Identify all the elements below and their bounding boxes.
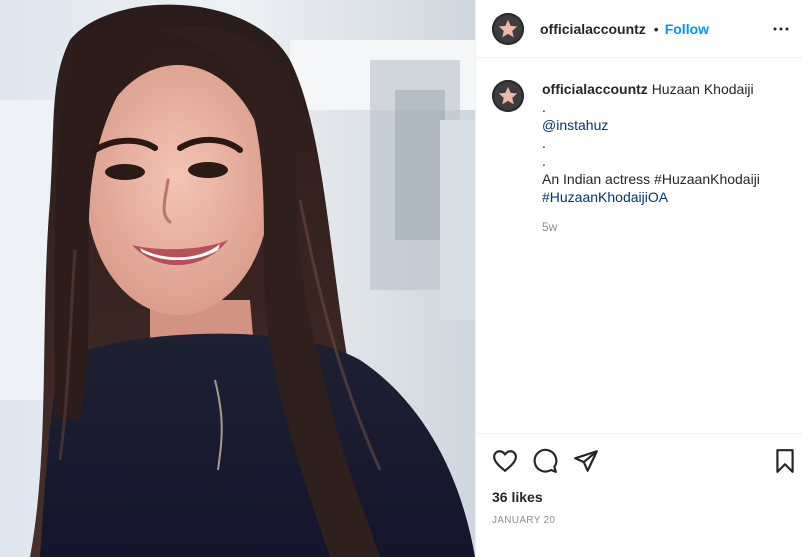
follow-button[interactable]: Follow <box>665 21 709 37</box>
post-caption: officialaccountz Huzaan Khodaiji . @inst… <box>492 80 792 236</box>
caption-first-line: officialaccountz Huzaan Khodaiji <box>542 80 760 98</box>
header-username-link[interactable]: officialaccountz <box>540 21 646 37</box>
post-details-panel: officialaccountz • Follow officialaccoun… <box>475 0 803 557</box>
share-icon[interactable] <box>573 448 599 474</box>
mention-link[interactable]: @instahuz <box>542 116 760 134</box>
action-bar <box>476 433 803 488</box>
separator-dot: • <box>653 20 659 37</box>
caption-avatar[interactable] <box>492 80 524 112</box>
star-icon <box>498 86 518 105</box>
hashtag-link[interactable]: #HuzaanKhodaijiOA <box>542 188 760 206</box>
caption-text: officialaccountz Huzaan Khodaiji . @inst… <box>542 80 760 236</box>
more-options-icon[interactable] <box>772 20 790 38</box>
post-image[interactable] <box>0 0 475 557</box>
caption-timestamp[interactable]: 5w <box>542 218 760 236</box>
post-date: JANUARY 20 <box>492 515 556 526</box>
avatar[interactable] <box>492 12 524 45</box>
caption-line: . <box>542 135 546 151</box>
caption-description: An Indian actress #HuzaanKhodaiji <box>542 171 760 187</box>
heart-icon[interactable] <box>492 448 518 474</box>
comment-icon[interactable] <box>532 448 558 474</box>
star-icon <box>498 19 518 37</box>
post-header: officialaccountz • Follow <box>476 0 803 58</box>
bookmark-icon[interactable] <box>772 448 798 474</box>
likes-count[interactable]: 36 likes <box>492 489 543 505</box>
caption-title: Huzaan Khodaiji <box>651 81 754 97</box>
post-photo-illustration <box>0 0 475 557</box>
caption-username-link[interactable]: officialaccountz <box>542 81 648 97</box>
caption-line: . <box>542 99 546 115</box>
caption-line: . <box>542 153 546 169</box>
